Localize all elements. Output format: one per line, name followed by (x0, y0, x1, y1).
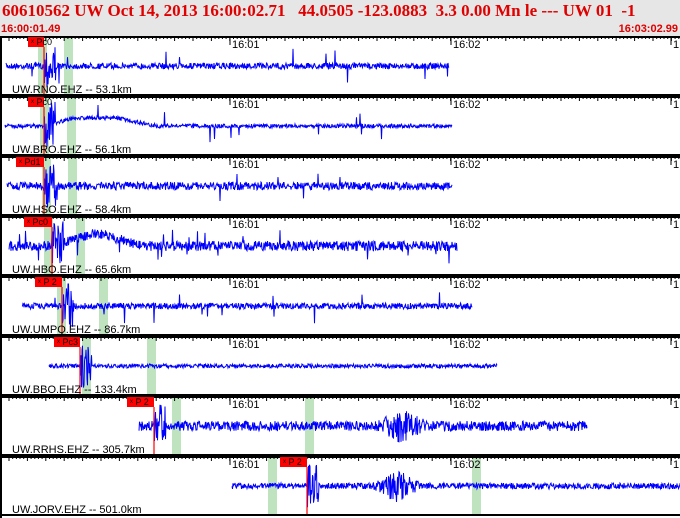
station-label: UW.BBO.EHZ -- 133.4km (12, 384, 137, 396)
time-tick-label: 1 (673, 99, 680, 111)
waveform-panel[interactable]: 16:01 16:02 1 ˣ Pd1 UW.HSO.EHZ -- 58.4km (2, 156, 680, 216)
station-label: UW.UMPQ.EHZ -- 86.7km (12, 324, 141, 336)
station-label: UW.JORV.EHZ -- 501.0km (12, 504, 142, 516)
start-time: 16:00:01.49 (1, 23, 61, 35)
time-tick-label: 16:02 (453, 279, 481, 291)
event-title: 60610562 UW Oct 14, 2013 16:00:02.71 44.… (2, 1, 636, 20)
time-tick-label: 16:01 (232, 39, 260, 51)
time-tick-label: 16:02 (453, 159, 481, 171)
phase-pick-flag[interactable]: ˣ Pc3 (54, 337, 80, 347)
waveform-panels: 16:01 16:02 1 ˣ Pc0 UW.RNO.EHZ -- 53.1km 16:0… (0, 36, 680, 518)
phase-pick-flag[interactable]: ˣ Pd1 (16, 157, 44, 167)
time-tick-label: 1 (673, 39, 680, 51)
station-label: UW.HBO.EHZ -- 65.6km (12, 264, 132, 276)
waveform-panel[interactable]: 16:01 16:02 1 ˣ P 2 UW.JORV.EHZ -- 501.0km (2, 456, 680, 516)
waveform-panel[interactable]: 16:01 16:02 1 ˣ P 2 UW.RRHS.EHZ -- 305.7km (2, 396, 680, 456)
phase-pick-flag[interactable]: ˣ P 2 (127, 397, 154, 407)
time-tick-label: 16:02 (453, 39, 481, 51)
time-tick-label: 16:01 (232, 459, 260, 471)
phase-pick-flag[interactable]: ˣ P 2 (280, 457, 307, 467)
phase-pick-flag[interactable]: ˣ P 2 (35, 277, 62, 287)
time-tick-label: 1 (673, 159, 680, 171)
station-label: UW.BRO.EHZ -- 56.1km (12, 144, 132, 156)
event-header: 60610562 UW Oct 14, 2013 16:00:02.71 44.… (0, 0, 680, 36)
phase-pick-flag[interactable]: ˣ Pc0 (28, 37, 52, 47)
time-tick-label: 16:01 (232, 399, 260, 411)
time-tick-label: 16:01 (232, 219, 260, 231)
end-time: 16:03:02.99 (618, 23, 678, 35)
time-tick-label: 1 (673, 459, 680, 471)
waveform-panel[interactable]: 16:01 16:02 1 ˣ P 2 UW.UMPQ.EHZ -- 86.7km (2, 276, 680, 336)
time-tick-label: 1 (673, 399, 680, 411)
time-tick-label: 16:02 (453, 399, 481, 411)
time-tick-label: 1 (673, 219, 680, 231)
time-tick-label: 1 (673, 279, 680, 291)
waveform-panel[interactable]: 16:01 16:02 1 ˣ Pc0 UW.BRO.EHZ -- 56.1km (2, 96, 680, 156)
station-label: UW.RNO.EHZ -- 53.1km (12, 84, 132, 96)
phase-pick-flag[interactable]: ˣ Pc0 (24, 217, 52, 227)
waveform-panel[interactable]: 16:01 16:02 1 ˣ Pc3 UW.BBO.EHZ -- 133.4km (2, 336, 680, 396)
seismic-trace (231, 464, 680, 508)
time-tick-label: 16:01 (232, 159, 260, 171)
waveform-panel[interactable]: 16:01 16:02 1 ˣ Pc0 UW.RNO.EHZ -- 53.1km (2, 36, 680, 96)
time-tick-label: 16:01 (232, 339, 260, 351)
time-tick-label: 16:02 (453, 219, 481, 231)
station-label: UW.RRHS.EHZ -- 305.7km (12, 444, 145, 456)
time-tick-label: 16:01 (232, 99, 260, 111)
seismic-trace (48, 345, 498, 388)
station-label: UW.HSO.EHZ -- 58.4km (12, 204, 132, 216)
time-tick-label: 16:02 (453, 459, 481, 471)
phase-pick-flag[interactable]: ˣ Pc0 (28, 97, 52, 107)
time-tick-label: 16:02 (453, 99, 481, 111)
time-tick-label: 16:02 (453, 339, 481, 351)
time-tick-label: 1 (673, 339, 680, 351)
seismic-trace (138, 404, 588, 443)
time-tick-label: 16:01 (232, 279, 260, 291)
waveform-panel[interactable]: 16:01 16:02 1 ˣ Pc0 UW.HBO.EHZ -- 65.6km (2, 216, 680, 276)
